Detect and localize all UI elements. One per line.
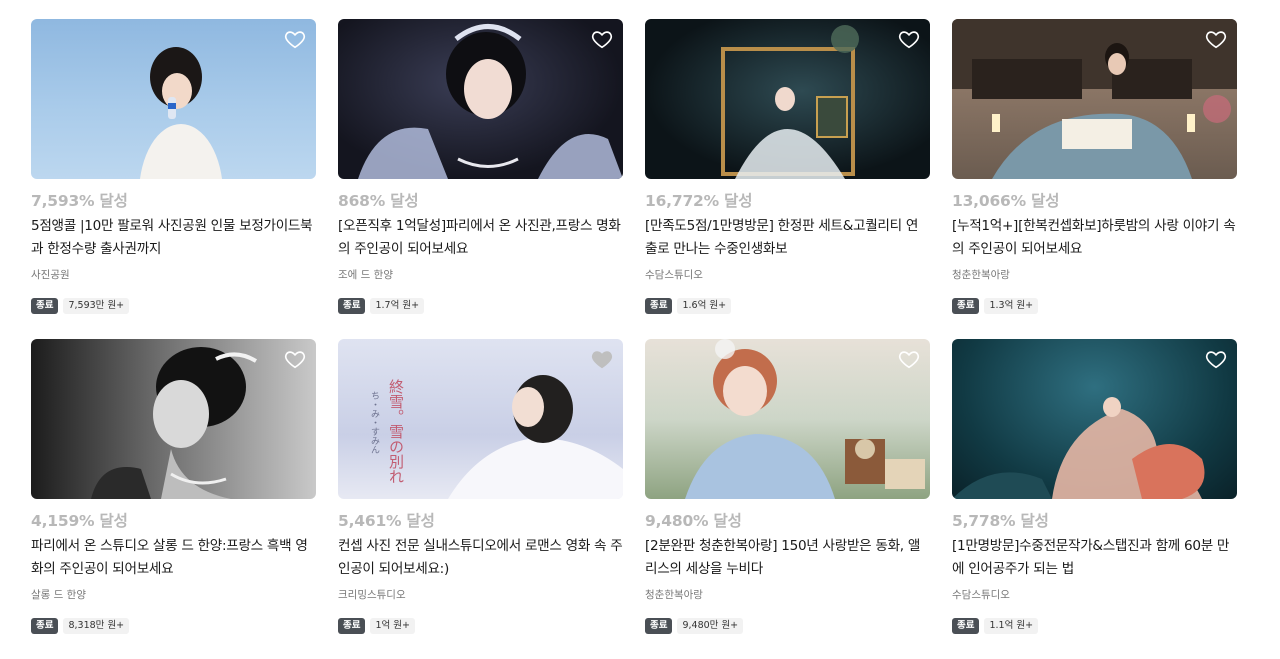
heart-icon[interactable] bbox=[1205, 28, 1227, 50]
poster-subtitle: ち・み・すみん bbox=[369, 391, 380, 454]
heart-icon[interactable] bbox=[1205, 348, 1227, 370]
card-thumbnail[interactable]: 終雪。雪の別れ ち・み・すみん bbox=[338, 339, 623, 499]
card-meta: 종료 1.7억 원+ bbox=[338, 297, 623, 315]
funding-card[interactable]: 9,480% 달성 [2분완판 청춘한복아랑] 150년 사랑받은 동화, 앨리… bbox=[645, 339, 930, 659]
maker-name[interactable]: 청춘한복아랑 bbox=[952, 267, 1237, 283]
heart-icon[interactable] bbox=[898, 28, 920, 50]
card-meta: 종료 1.6억 원+ bbox=[645, 297, 930, 315]
achievement-percent: 16,772% 달성 bbox=[645, 192, 753, 210]
thumbnail-image bbox=[338, 19, 623, 179]
funding-amount: 1.7억 원+ bbox=[370, 298, 425, 314]
card-meta: 종료 1.3억 원+ bbox=[952, 297, 1237, 315]
card-title[interactable]: [만족도5점/1만명방문] 한정판 세트&고퀄리티 연출로 만나는 수중인생화보 bbox=[645, 215, 930, 261]
thumbnail-image: 終雪。雪の別れ ち・み・すみん bbox=[338, 339, 623, 499]
maker-name[interactable]: 조에 드 한양 bbox=[338, 267, 623, 283]
status-badge: 종료 bbox=[645, 618, 673, 634]
achievement-percent: 5,778% 달성 bbox=[952, 512, 1049, 530]
funding-card[interactable]: 7,593% 달성 5점앵콜 |10만 팔로워 사진공원 인물 보정가이드북과 … bbox=[31, 19, 316, 339]
card-thumbnail[interactable] bbox=[952, 19, 1237, 179]
card-meta: 종료 9,480만 원+ bbox=[645, 617, 930, 635]
funding-card[interactable]: 13,066% 달성 [누적1억+][한복컨셉화보]하룻밤의 사랑 이야기 속의… bbox=[952, 19, 1237, 339]
status-badge: 종료 bbox=[338, 618, 366, 634]
achievement-percent: 13,066% 달성 bbox=[952, 192, 1060, 210]
funding-amount: 1.1억 원+ bbox=[984, 618, 1039, 634]
funding-amount: 1억 원+ bbox=[370, 618, 415, 634]
card-thumbnail[interactable] bbox=[645, 339, 930, 499]
funding-amount: 1.3억 원+ bbox=[984, 298, 1039, 314]
funding-card[interactable]: 5,778% 달성 [1만명방문]수중전문작가&스탭진과 함께 60분 만에 인… bbox=[952, 339, 1237, 659]
funding-card[interactable]: 16,772% 달성 [만족도5점/1만명방문] 한정판 세트&고퀄리티 연출로… bbox=[645, 19, 930, 339]
card-thumbnail[interactable] bbox=[952, 339, 1237, 499]
maker-name[interactable]: 살롱 드 한양 bbox=[31, 587, 316, 603]
maker-name[interactable]: 사진공원 bbox=[31, 267, 316, 283]
maker-name[interactable]: 청춘한복아랑 bbox=[645, 587, 930, 603]
status-badge: 종료 bbox=[952, 618, 980, 634]
achievement-percent: 9,480% 달성 bbox=[645, 512, 742, 530]
status-badge: 종료 bbox=[31, 618, 59, 634]
achievement-percent: 7,593% 달성 bbox=[31, 192, 128, 210]
card-title[interactable]: 컨셉 사진 전문 실내스튜디오에서 로맨스 영화 속 주인공이 되어보세요:) bbox=[338, 535, 623, 581]
heart-icon[interactable] bbox=[591, 28, 613, 50]
card-meta: 종료 8,318만 원+ bbox=[31, 617, 316, 635]
thumbnail-image bbox=[645, 19, 930, 179]
card-title[interactable]: [누적1억+][한복컨셉화보]하룻밤의 사랑 이야기 속의 주인공이 되어보세요 bbox=[952, 215, 1237, 261]
card-title[interactable]: [오픈직후 1억달성]파리에서 온 사진관,프랑스 명화의 주인공이 되어보세요 bbox=[338, 215, 623, 261]
card-meta: 종료 7,593만 원+ bbox=[31, 297, 316, 315]
funding-card-grid: 7,593% 달성 5점앵콜 |10만 팔로워 사진공원 인물 보정가이드북과 … bbox=[31, 19, 1237, 659]
card-title[interactable]: [2분완판 청춘한복아랑] 150년 사랑받은 동화, 앨리스의 세상을 누비다 bbox=[645, 535, 930, 581]
heart-icon[interactable] bbox=[284, 28, 306, 50]
funding-amount: 8,318만 원+ bbox=[63, 618, 130, 634]
card-thumbnail[interactable] bbox=[645, 19, 930, 179]
poster-title: 終雪。雪の別れ bbox=[387, 379, 405, 484]
funding-card[interactable]: 終雪。雪の別れ ち・み・すみん 5,461% 달성 컨셉 사진 전문 실내스튜디… bbox=[338, 339, 623, 659]
card-thumbnail[interactable] bbox=[31, 339, 316, 499]
thumbnail-image bbox=[952, 339, 1237, 499]
achievement-percent: 4,159% 달성 bbox=[31, 512, 128, 530]
status-badge: 종료 bbox=[338, 298, 366, 314]
maker-name[interactable]: 크리밍스튜디오 bbox=[338, 587, 623, 603]
heart-icon[interactable] bbox=[898, 348, 920, 370]
maker-name[interactable]: 수담스튜디오 bbox=[645, 267, 930, 283]
funding-amount: 9,480만 원+ bbox=[677, 618, 744, 634]
status-badge: 종료 bbox=[645, 298, 673, 314]
status-badge: 종료 bbox=[31, 298, 59, 314]
thumbnail-image bbox=[645, 339, 930, 499]
card-meta: 종료 1억 원+ bbox=[338, 617, 623, 635]
funding-amount: 7,593만 원+ bbox=[63, 298, 130, 314]
funding-amount: 1.6억 원+ bbox=[677, 298, 732, 314]
thumbnail-image bbox=[31, 339, 316, 499]
card-thumbnail[interactable] bbox=[31, 19, 316, 179]
funding-card[interactable]: 4,159% 달성 파리에서 온 스튜디오 살롱 드 한양:프랑스 흑백 영화의… bbox=[31, 339, 316, 659]
status-badge: 종료 bbox=[952, 298, 980, 314]
card-title[interactable]: 5점앵콜 |10만 팔로워 사진공원 인물 보정가이드북과 한정수량 출사권까지 bbox=[31, 215, 316, 261]
maker-name[interactable]: 수담스튜디오 bbox=[952, 587, 1237, 603]
card-thumbnail[interactable] bbox=[338, 19, 623, 179]
thumbnail-image bbox=[952, 19, 1237, 179]
card-title[interactable]: [1만명방문]수중전문작가&스탭진과 함께 60분 만에 인어공주가 되는 법 bbox=[952, 535, 1237, 581]
heart-icon[interactable] bbox=[591, 348, 613, 370]
funding-card[interactable]: 868% 달성 [오픈직후 1억달성]파리에서 온 사진관,프랑스 명화의 주인… bbox=[338, 19, 623, 339]
card-meta: 종료 1.1억 원+ bbox=[952, 617, 1237, 635]
thumbnail-image bbox=[31, 19, 316, 179]
card-title[interactable]: 파리에서 온 스튜디오 살롱 드 한양:프랑스 흑백 영화의 주인공이 되어보세… bbox=[31, 535, 316, 581]
heart-icon[interactable] bbox=[284, 348, 306, 370]
achievement-percent: 5,461% 달성 bbox=[338, 512, 435, 530]
achievement-percent: 868% 달성 bbox=[338, 192, 419, 210]
